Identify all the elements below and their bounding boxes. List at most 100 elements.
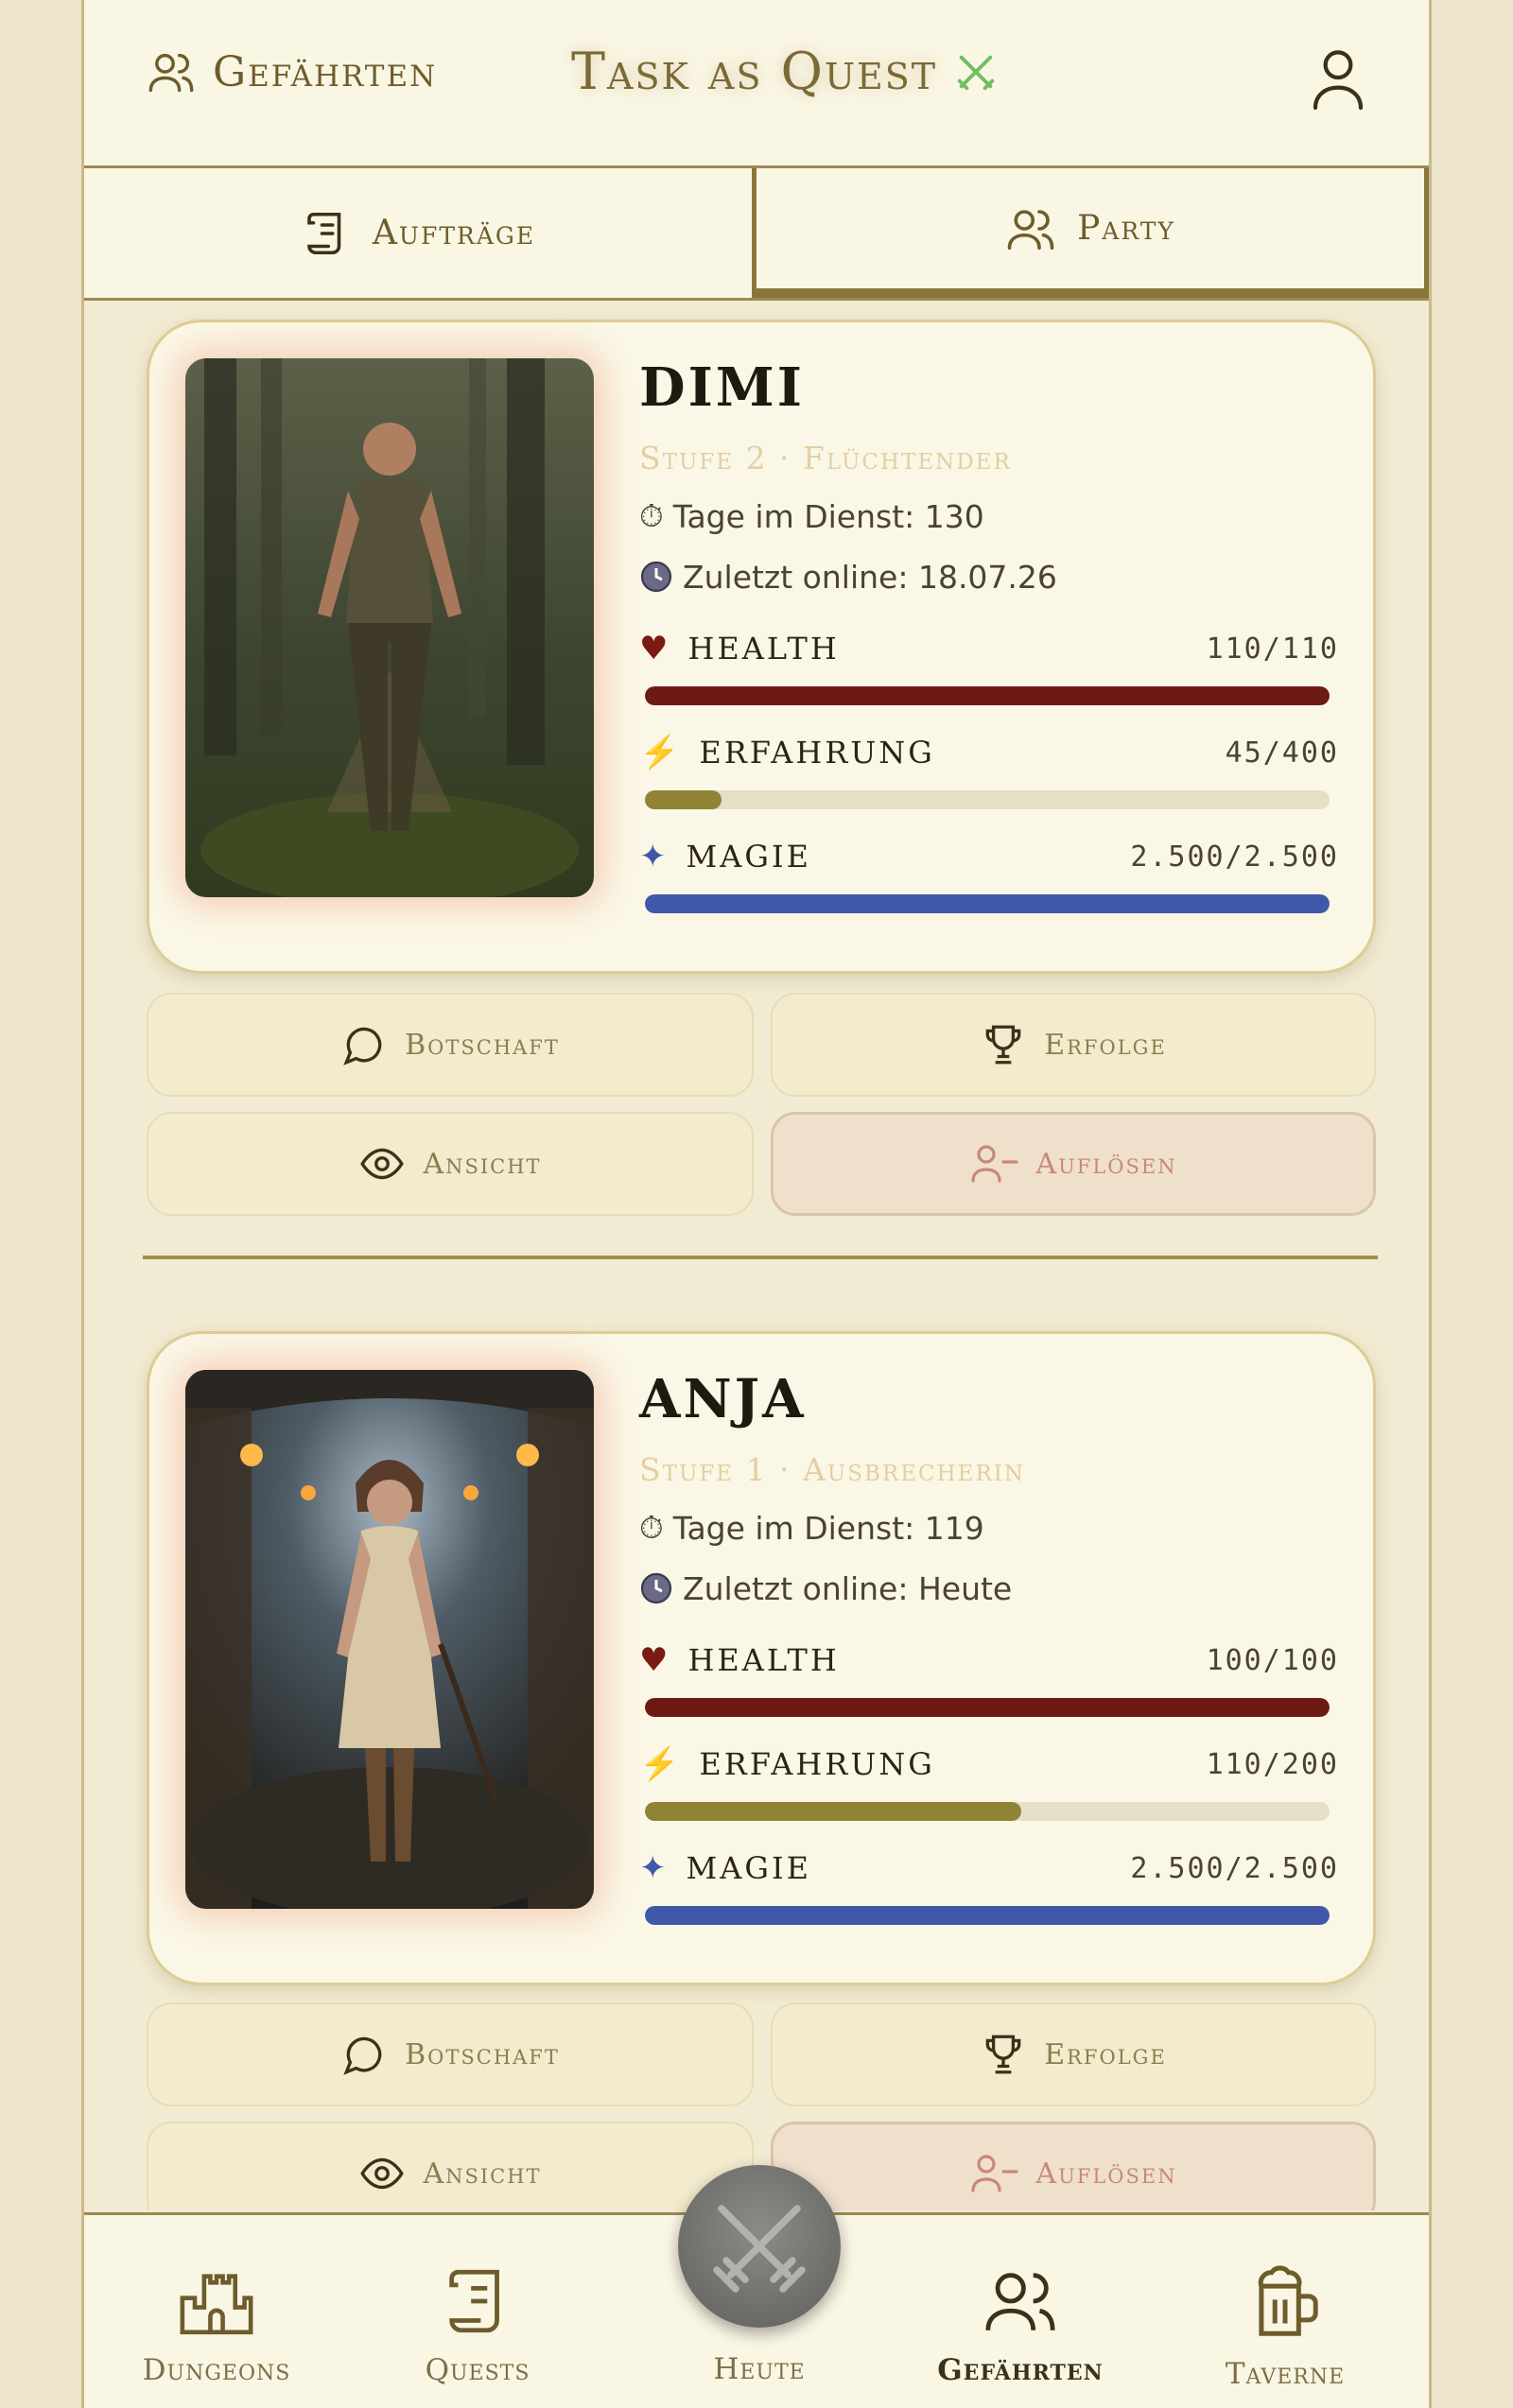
message-button[interactable]: Botschaft — [147, 2002, 754, 2106]
xp-value: 110/200 — [1206, 1747, 1339, 1781]
app-title-text: Task as Quest — [571, 42, 938, 101]
dissolve-label: Auflösen — [1035, 1147, 1177, 1181]
trophy-icon — [985, 1025, 1021, 1065]
view-button[interactable]: Ansicht — [147, 2122, 754, 2210]
users-icon — [148, 53, 194, 93]
magic-stat: ✦ Magie 2.500/2.500 — [639, 838, 1339, 913]
member-days: ⏱ Tage im Dienst: 130 — [639, 495, 1339, 537]
xp-bar — [645, 790, 1330, 809]
health-bar — [645, 686, 1330, 705]
scroll-icon — [449, 2269, 499, 2333]
clock-icon — [640, 1572, 672, 1604]
crossed-swords-logo-icon — [957, 55, 995, 90]
health-bar — [645, 1698, 1330, 1717]
message-button[interactable]: Botschaft — [147, 993, 754, 1097]
sparkle-icon: ✦ — [639, 838, 670, 875]
eye-icon — [360, 1148, 405, 1180]
header: Gefährten Task as Quest — [84, 0, 1429, 168]
app-frame: Gefährten Task as Quest Aufträge Party D… — [81, 0, 1432, 2408]
member-name: ANJA — [639, 1368, 807, 1430]
magic-label: Magie — [686, 839, 811, 875]
message-label: Botschaft — [405, 1028, 560, 1062]
magic-bar — [645, 1906, 1330, 1925]
magic-bar — [645, 894, 1330, 913]
member-card[interactable]: ANJA Stufe 1 · Ausbrecherin ⏱ Tage im Di… — [147, 1331, 1376, 1985]
member-card[interactable]: DIMI Stufe 2 · Flüchtender ⏱ Tage im Die… — [147, 320, 1376, 974]
message-label: Botschaft — [405, 2037, 560, 2071]
member-portrait — [185, 358, 594, 897]
tab-party[interactable]: Party — [752, 168, 1429, 298]
member-name: DIMI — [639, 356, 805, 419]
nav-taverne[interactable]: Taverne — [1181, 2262, 1389, 2391]
view-button[interactable]: Ansicht — [147, 1112, 754, 1216]
member-level: Stufe 1 · Ausbrecherin — [639, 1451, 1025, 1488]
xp-label: Erfahrung — [699, 1746, 935, 1782]
magic-bar-fill — [645, 894, 1330, 913]
nav-gefaehrten[interactable]: Gefährten — [916, 2262, 1124, 2387]
member-days: ⏱ Tage im Dienst: 119 — [639, 1507, 1339, 1549]
member-days-text: Tage im Dienst: 119 — [672, 1509, 984, 1547]
sparkle-icon: ✦ — [639, 1849, 670, 1887]
magic-label: Magie — [686, 1850, 811, 1886]
magic-stat: ✦ Magie 2.500/2.500 — [639, 1849, 1339, 1925]
chat-bubble-icon — [343, 2036, 382, 2075]
xp-stat: ⚡ Erfahrung 110/200 — [639, 1745, 1339, 1821]
magic-bar-fill — [645, 1906, 1330, 1925]
member-info: DIMI Stufe 2 · Flüchtender ⏱ Tage im Die… — [639, 356, 1339, 913]
member-level: Stufe 2 · Flüchtender — [639, 440, 1012, 476]
member-last-online-text: Zuletzt online: 18.07.26 — [683, 558, 1057, 596]
member-days-text: Tage im Dienst: 130 — [672, 497, 984, 535]
users-icon — [985, 2273, 1055, 2330]
view-label: Ansicht — [423, 1147, 542, 1181]
nav-quests[interactable]: Quests — [374, 2262, 582, 2387]
party-list: DIMI Stufe 2 · Flüchtender ⏱ Tage im Die… — [84, 301, 1429, 2210]
nav-gefaehrten-label: Gefährten — [937, 2353, 1104, 2387]
user-minus-icon — [971, 2155, 1019, 2192]
tab-auftraege[interactable]: Aufträge — [84, 168, 752, 298]
dissolve-button[interactable]: Auflösen — [771, 2122, 1376, 2210]
xp-label: Erfahrung — [699, 735, 935, 771]
member-info: ANJA Stufe 1 · Ausbrecherin ⏱ Tage im Di… — [639, 1368, 1339, 1925]
nav-dungeons[interactable]: Dungeons — [113, 2262, 321, 2387]
header-left-label: Gefährten — [213, 47, 438, 96]
user-icon — [1313, 50, 1364, 111]
health-value: 100/100 — [1206, 1643, 1339, 1677]
lightning-icon: ⚡ — [639, 734, 683, 771]
health-label: Health — [687, 631, 840, 667]
beer-mug-icon — [1258, 2265, 1318, 2336]
stopwatch-icon: ⏱ — [639, 497, 664, 534]
dissolve-button[interactable]: Auflösen — [771, 1112, 1376, 1216]
chat-bubble-icon — [343, 1027, 382, 1065]
tab-auftraege-label: Aufträge — [372, 214, 536, 252]
xp-bar — [645, 1802, 1330, 1821]
nav-quests-label: Quests — [425, 2353, 530, 2387]
heart-icon: ♥ — [639, 630, 671, 667]
achievements-button[interactable]: Erfolge — [771, 993, 1376, 1097]
tab-party-label: Party — [1077, 209, 1175, 248]
user-minus-icon — [971, 1145, 1019, 1183]
xp-bar-fill — [645, 1802, 1022, 1821]
member-last-online-text: Zuletzt online: Heute — [683, 1569, 1013, 1607]
health-value: 110/110 — [1206, 632, 1339, 666]
achievements-label: Erfolge — [1044, 2037, 1167, 2071]
nav-heute-label: Heute — [713, 2352, 806, 2386]
member-last-online: Zuletzt online: Heute — [639, 1568, 1339, 1609]
tab-bar: Aufträge Party — [84, 168, 1429, 301]
dissolve-label: Auflösen — [1035, 2157, 1177, 2191]
lightning-icon: ⚡ — [639, 1745, 683, 1783]
health-label: Health — [687, 1642, 840, 1678]
profile-button[interactable] — [1308, 43, 1368, 115]
achievements-button[interactable]: Erfolge — [771, 2002, 1376, 2106]
companions-header-link[interactable]: Gefährten — [145, 47, 437, 96]
today-fab-button[interactable] — [678, 2165, 841, 2328]
section-divider — [143, 1256, 1378, 1259]
health-bar-fill — [645, 1698, 1330, 1717]
nav-dungeons-label: Dungeons — [142, 2353, 291, 2387]
eye-icon — [360, 2157, 405, 2190]
health-stat: ♥ Health 110/110 — [639, 630, 1339, 705]
scroll-icon — [307, 212, 341, 254]
magic-value: 2.500/2.500 — [1130, 840, 1339, 874]
users-icon — [1007, 209, 1054, 250]
xp-bar-fill — [645, 790, 722, 809]
clock-icon — [640, 561, 672, 593]
